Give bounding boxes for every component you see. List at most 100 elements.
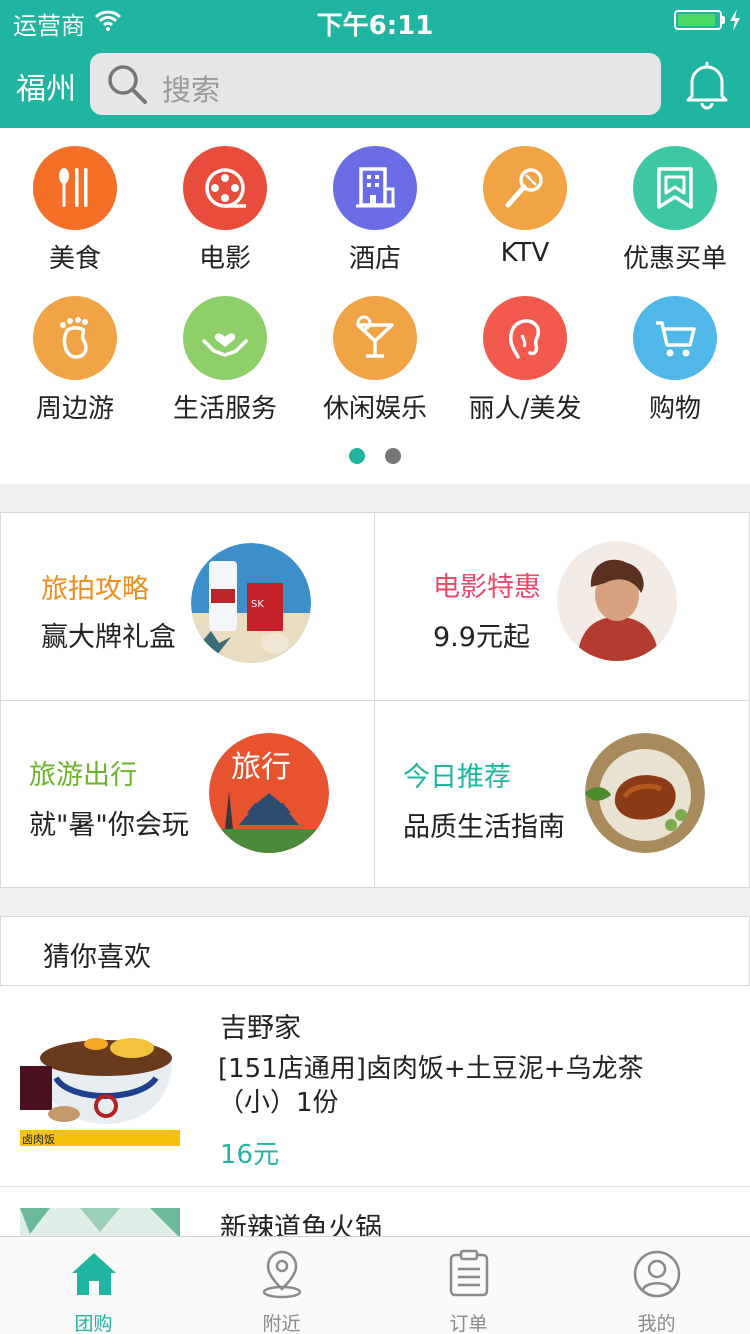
category-label: 生活服务 — [172, 394, 277, 424]
bookmark-icon — [657, 167, 693, 209]
svg-text:SK: SK — [251, 599, 264, 610]
category-label: 丽人/美发 — [468, 394, 582, 424]
promo-subtitle: 就"暑"你会玩 — [29, 810, 189, 841]
shopping-cart-icon — [656, 321, 696, 357]
category-movie[interactable]: 电影 — [150, 146, 300, 296]
category-beauty[interactable]: 丽人/美发 — [450, 296, 600, 446]
search-placeholder: 搜索 — [162, 73, 221, 107]
tab-nearby[interactable]: 附近 — [188, 1237, 375, 1334]
category-label: 购物 — [648, 394, 701, 424]
battery-level — [678, 14, 715, 26]
footprint-icon — [60, 317, 88, 359]
promo-today-recommend[interactable]: 今日推荐 品质生活指南 — [375, 701, 749, 889]
user-icon — [633, 1250, 681, 1298]
deal-item[interactable]: 新辣道鱼火锅 — [0, 1188, 750, 1236]
movie-poster-image — [557, 541, 677, 661]
category-icon-circle — [183, 296, 267, 380]
category-shopping[interactable]: 购物 — [600, 296, 750, 446]
hotpot-image — [20, 1208, 180, 1236]
search-bar[interactable]: 搜索 — [90, 53, 661, 115]
category-icon-circle — [333, 146, 417, 230]
rice-bowl-image-text: 卤肉饭 — [22, 1133, 55, 1146]
cosmetics-image: SK — [191, 543, 311, 663]
promo-travel[interactable]: 旅游出行 就"暑"你会玩 旅行 — [1, 701, 375, 889]
promo-title: 今日推荐 — [403, 762, 511, 793]
category-icon-circle — [333, 296, 417, 380]
tab-group-buy[interactable]: 团购 — [0, 1237, 187, 1334]
home-icon — [72, 1253, 116, 1295]
category-label: 休闲娱乐 — [322, 394, 427, 424]
category-life-service[interactable]: 生活服务 — [150, 296, 300, 446]
category-label: KTV — [500, 238, 550, 268]
tab-label: 我的 — [637, 1313, 676, 1334]
deal-price: 16元 — [220, 1140, 280, 1170]
tab-bar: 团购 附近 订单 我的 — [0, 1236, 750, 1334]
travel-image-text: 旅行 — [231, 750, 291, 785]
category-hotel[interactable]: 酒店 — [300, 146, 450, 296]
charging-bolt-icon — [730, 9, 740, 31]
tab-label: 团购 — [74, 1313, 113, 1334]
promo-grid: 旅拍攻略 赢大牌礼盒 SK 电影特惠 9.9元起 旅游出行 就"暑"你会玩 旅行… — [0, 512, 750, 889]
section-separator — [0, 484, 750, 512]
deal-item[interactable]: 卤肉饭 吉野家 [151店通用]卤肉饭+土豆泥+乌龙茶（小）1份 16元 — [0, 986, 750, 1187]
cocktail-icon — [356, 315, 394, 358]
guess-you-like-header: 猜你喜欢 — [0, 916, 750, 986]
deal-description: [151店通用]卤肉饭+土豆泥+乌龙茶（小）1份 — [218, 1054, 644, 1118]
section-title: 猜你喜欢 — [43, 942, 151, 973]
woman-profile-icon — [508, 319, 541, 359]
promo-title: 旅拍攻略 — [41, 574, 149, 605]
category-label: 优惠买单 — [622, 244, 727, 274]
film-reel-icon — [205, 168, 246, 208]
microphone-icon — [505, 168, 543, 208]
battery-icon — [674, 10, 722, 30]
page-dot[interactable] — [385, 448, 401, 464]
category-nearby-travel[interactable]: 周边游 — [0, 296, 150, 446]
rice-bowl-image: 卤肉饭 — [20, 1006, 180, 1166]
category-icon-circle — [483, 146, 567, 230]
page-indicator — [0, 448, 750, 468]
location-pin-icon — [262, 1250, 302, 1299]
section-separator — [0, 888, 750, 916]
promo-title: 旅游出行 — [29, 760, 137, 791]
deal-shop-name: 吉野家 — [220, 1013, 301, 1044]
category-icon-circle — [33, 296, 117, 380]
roast-duck-image — [585, 733, 705, 853]
category-label: 美食 — [48, 244, 101, 274]
category-grid: 美食 电影 酒店 KTV 优惠买单 周边游 生活服务 休闲娱乐 丽人/美发 购物 — [0, 128, 750, 484]
top-bar: 运营商 下午6:11 福州 搜索 — [0, 0, 750, 128]
status-bar: 运营商 下午6:11 — [0, 0, 750, 41]
category-discount-pay[interactable]: 优惠买单 — [600, 146, 750, 296]
clock: 下午6:11 — [316, 11, 434, 41]
hotel-building-icon — [356, 167, 395, 208]
promo-subtitle: 9.9元起 — [433, 622, 530, 653]
page-dot-active[interactable] — [349, 448, 365, 464]
category-icon-circle — [33, 146, 117, 230]
notification-bell-icon[interactable] — [682, 58, 732, 110]
search-icon — [108, 65, 147, 104]
category-ktv[interactable]: KTV — [450, 146, 600, 296]
battery-cap — [722, 16, 725, 24]
heart-hands-icon — [202, 333, 248, 357]
clipboard-icon — [449, 1249, 489, 1297]
category-icon-circle — [183, 146, 267, 230]
category-label: 酒店 — [348, 244, 401, 274]
travel-image: 旅行 — [209, 733, 329, 853]
promo-subtitle: 品质生活指南 — [403, 812, 565, 843]
category-icon-circle — [633, 146, 717, 230]
tab-label: 订单 — [449, 1313, 488, 1334]
promo-subtitle: 赢大牌礼盒 — [41, 622, 176, 653]
fork-knife-icon — [59, 168, 88, 207]
tab-orders[interactable]: 订单 — [375, 1237, 562, 1334]
category-food[interactable]: 美食 — [0, 146, 150, 296]
promo-travel-photo[interactable]: 旅拍攻略 赢大牌礼盒 SK — [1, 513, 375, 701]
tab-label: 附近 — [262, 1313, 301, 1334]
city-selector[interactable]: 福州 — [16, 64, 76, 108]
category-leisure[interactable]: 休闲娱乐 — [300, 296, 450, 446]
tab-mine[interactable]: 我的 — [563, 1237, 750, 1334]
deal-shop-name: 新辣道鱼火锅 — [220, 1213, 382, 1236]
promo-title: 电影特惠 — [433, 572, 541, 603]
category-label: 周边游 — [35, 394, 114, 424]
promo-movie-deal[interactable]: 电影特惠 9.9元起 — [375, 513, 749, 701]
category-icon-circle — [633, 296, 717, 380]
category-label: 电影 — [198, 244, 251, 274]
